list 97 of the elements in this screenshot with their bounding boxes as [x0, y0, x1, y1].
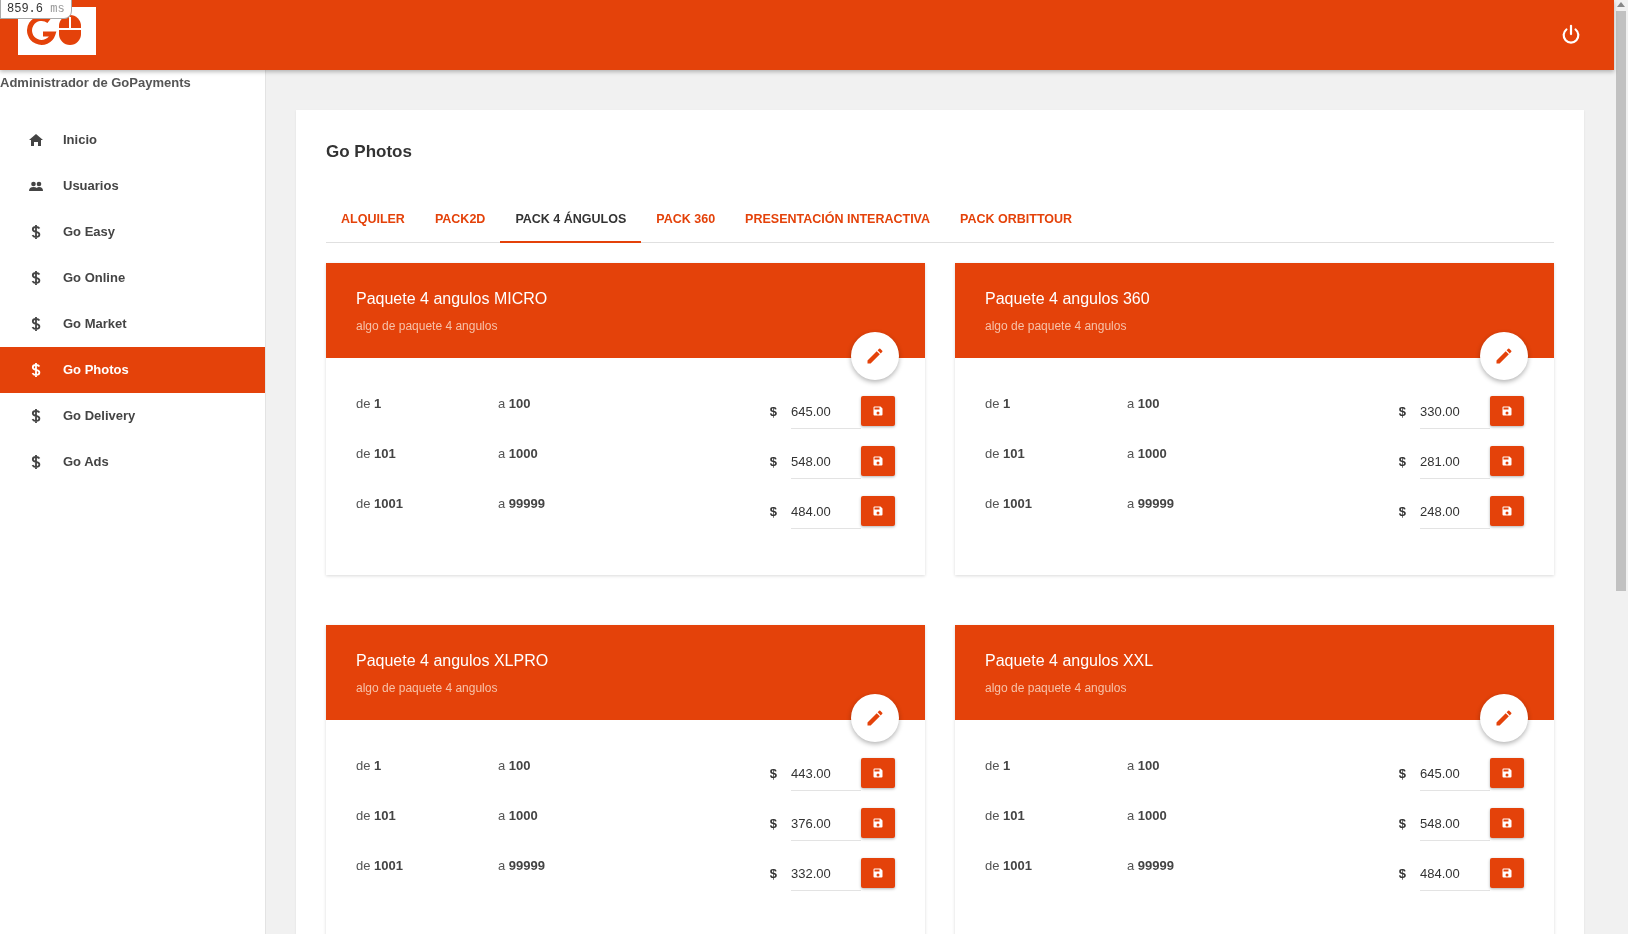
save-icon [872, 767, 884, 780]
range-to: a 99999 [498, 857, 546, 876]
save-button[interactable] [1490, 808, 1524, 839]
range-to: a 99999 [1127, 857, 1175, 876]
range-from: de 1 [356, 757, 383, 776]
save-button[interactable] [861, 758, 895, 789]
page-title: Go Photos [326, 142, 412, 163]
pencil-icon [865, 708, 885, 729]
sidebar-item[interactable]: Inicio [0, 117, 265, 163]
card-title: Paquete 4 angulos XLPRO [356, 651, 549, 672]
currency-symbol: $ [769, 503, 777, 522]
range-from: de 1 [985, 395, 1012, 414]
card-title: Paquete 4 angulos MICRO [356, 289, 548, 310]
range-to: a 100 [498, 757, 532, 776]
range-from: de 1001 [985, 857, 1033, 876]
save-icon [872, 867, 884, 880]
range-to: a 100 [1127, 757, 1161, 776]
currency-symbol: $ [1398, 815, 1406, 834]
save-button[interactable] [861, 808, 895, 839]
pencil-icon [865, 346, 885, 367]
save-icon [1501, 405, 1513, 418]
timing-overlay: 859.6 ms [0, 0, 72, 19]
save-button[interactable] [861, 496, 895, 527]
currency-symbol: $ [769, 765, 777, 784]
range-from: de 1 [356, 395, 383, 414]
save-icon [872, 505, 884, 518]
currency-symbol: $ [769, 403, 777, 422]
currency-symbol: $ [1398, 403, 1406, 422]
edit-button[interactable] [851, 694, 899, 743]
save-button[interactable] [861, 446, 895, 477]
save-icon [1501, 867, 1513, 880]
card-subtitle: algo de paquete 4 angulos [985, 318, 1127, 336]
sidebar-title: Administrador de GoPayments [0, 74, 191, 92]
currency-symbol: $ [769, 815, 777, 834]
edit-button[interactable] [851, 332, 899, 381]
range-to: a 99999 [1127, 495, 1175, 514]
sidebar-item[interactable]: Go Online [0, 255, 265, 301]
save-icon [1501, 817, 1513, 830]
save-button[interactable] [1490, 446, 1524, 477]
sidebar-item[interactable]: Go Market [0, 301, 265, 347]
tab[interactable]: PACK2D [419, 202, 501, 244]
card-title: Paquete 4 angulos 360 [985, 289, 1150, 310]
currency-symbol: $ [1398, 765, 1406, 784]
save-icon [1501, 505, 1513, 518]
range-to: a 1000 [498, 445, 539, 464]
range-to: a 100 [1127, 395, 1161, 414]
save-button[interactable] [1490, 758, 1524, 789]
range-to: a 1000 [1127, 807, 1168, 826]
range-to: a 99999 [498, 495, 546, 514]
save-icon [872, 817, 884, 830]
range-to: a 1000 [1127, 445, 1168, 464]
range-to: a 1000 [498, 807, 539, 826]
card-subtitle: algo de paquete 4 angulos [985, 680, 1127, 698]
save-icon [872, 405, 884, 418]
save-button[interactable] [861, 396, 895, 427]
edit-button[interactable] [1480, 694, 1528, 743]
tab[interactable]: PACK 360 [641, 202, 731, 244]
save-icon [1501, 455, 1513, 468]
range-from: de 101 [985, 445, 1026, 464]
currency-symbol: $ [1398, 865, 1406, 884]
card-title: Paquete 4 angulos XXL [985, 651, 1154, 672]
save-button[interactable] [1490, 396, 1524, 427]
range-from: de 1001 [356, 857, 404, 876]
save-button[interactable] [861, 858, 895, 889]
card-subtitle: algo de paquete 4 angulos [356, 680, 498, 698]
sidebar-item[interactable]: Usuarios [0, 163, 265, 209]
sidebar-item[interactable]: Go Delivery [0, 393, 265, 439]
currency-symbol: $ [769, 865, 777, 884]
edit-button[interactable] [1480, 332, 1528, 381]
save-button[interactable] [1490, 858, 1524, 889]
sidebar-item[interactable]: Go Easy [0, 209, 265, 255]
save-icon [1501, 767, 1513, 780]
tab[interactable]: PRESENTACIÓN INTERACTIVA [730, 202, 946, 244]
sidebar-item[interactable]: Go Ads [0, 439, 265, 485]
currency-symbol: $ [769, 453, 777, 472]
scroll-up-arrow-icon[interactable] [1616, 0, 1626, 8]
tab[interactable]: PACK 4 ÁNGULOS [500, 202, 642, 244]
range-from: de 1 [985, 757, 1012, 776]
range-from: de 1001 [985, 495, 1033, 514]
sidebar-item[interactable]: Go Photos [0, 347, 265, 393]
home-icon [28, 132, 44, 148]
range-to: a 100 [498, 395, 532, 414]
pencil-icon [1494, 346, 1514, 367]
range-from: de 101 [356, 445, 397, 464]
pencil-icon [1494, 708, 1514, 729]
save-icon [872, 455, 884, 468]
currency-symbol: $ [1398, 503, 1406, 522]
tab[interactable]: PACK ORBITTOUR [945, 202, 1088, 244]
currency-symbol: $ [1398, 453, 1406, 472]
tab[interactable]: ALQUILER [326, 202, 420, 244]
range-from: de 1001 [356, 495, 404, 514]
save-button[interactable] [1490, 496, 1524, 527]
scrollbar-thumb[interactable] [1616, 11, 1626, 591]
power-icon[interactable] [1560, 24, 1582, 46]
range-from: de 101 [356, 807, 397, 826]
card-subtitle: algo de paquete 4 angulos [356, 318, 498, 336]
range-from: de 101 [985, 807, 1026, 826]
